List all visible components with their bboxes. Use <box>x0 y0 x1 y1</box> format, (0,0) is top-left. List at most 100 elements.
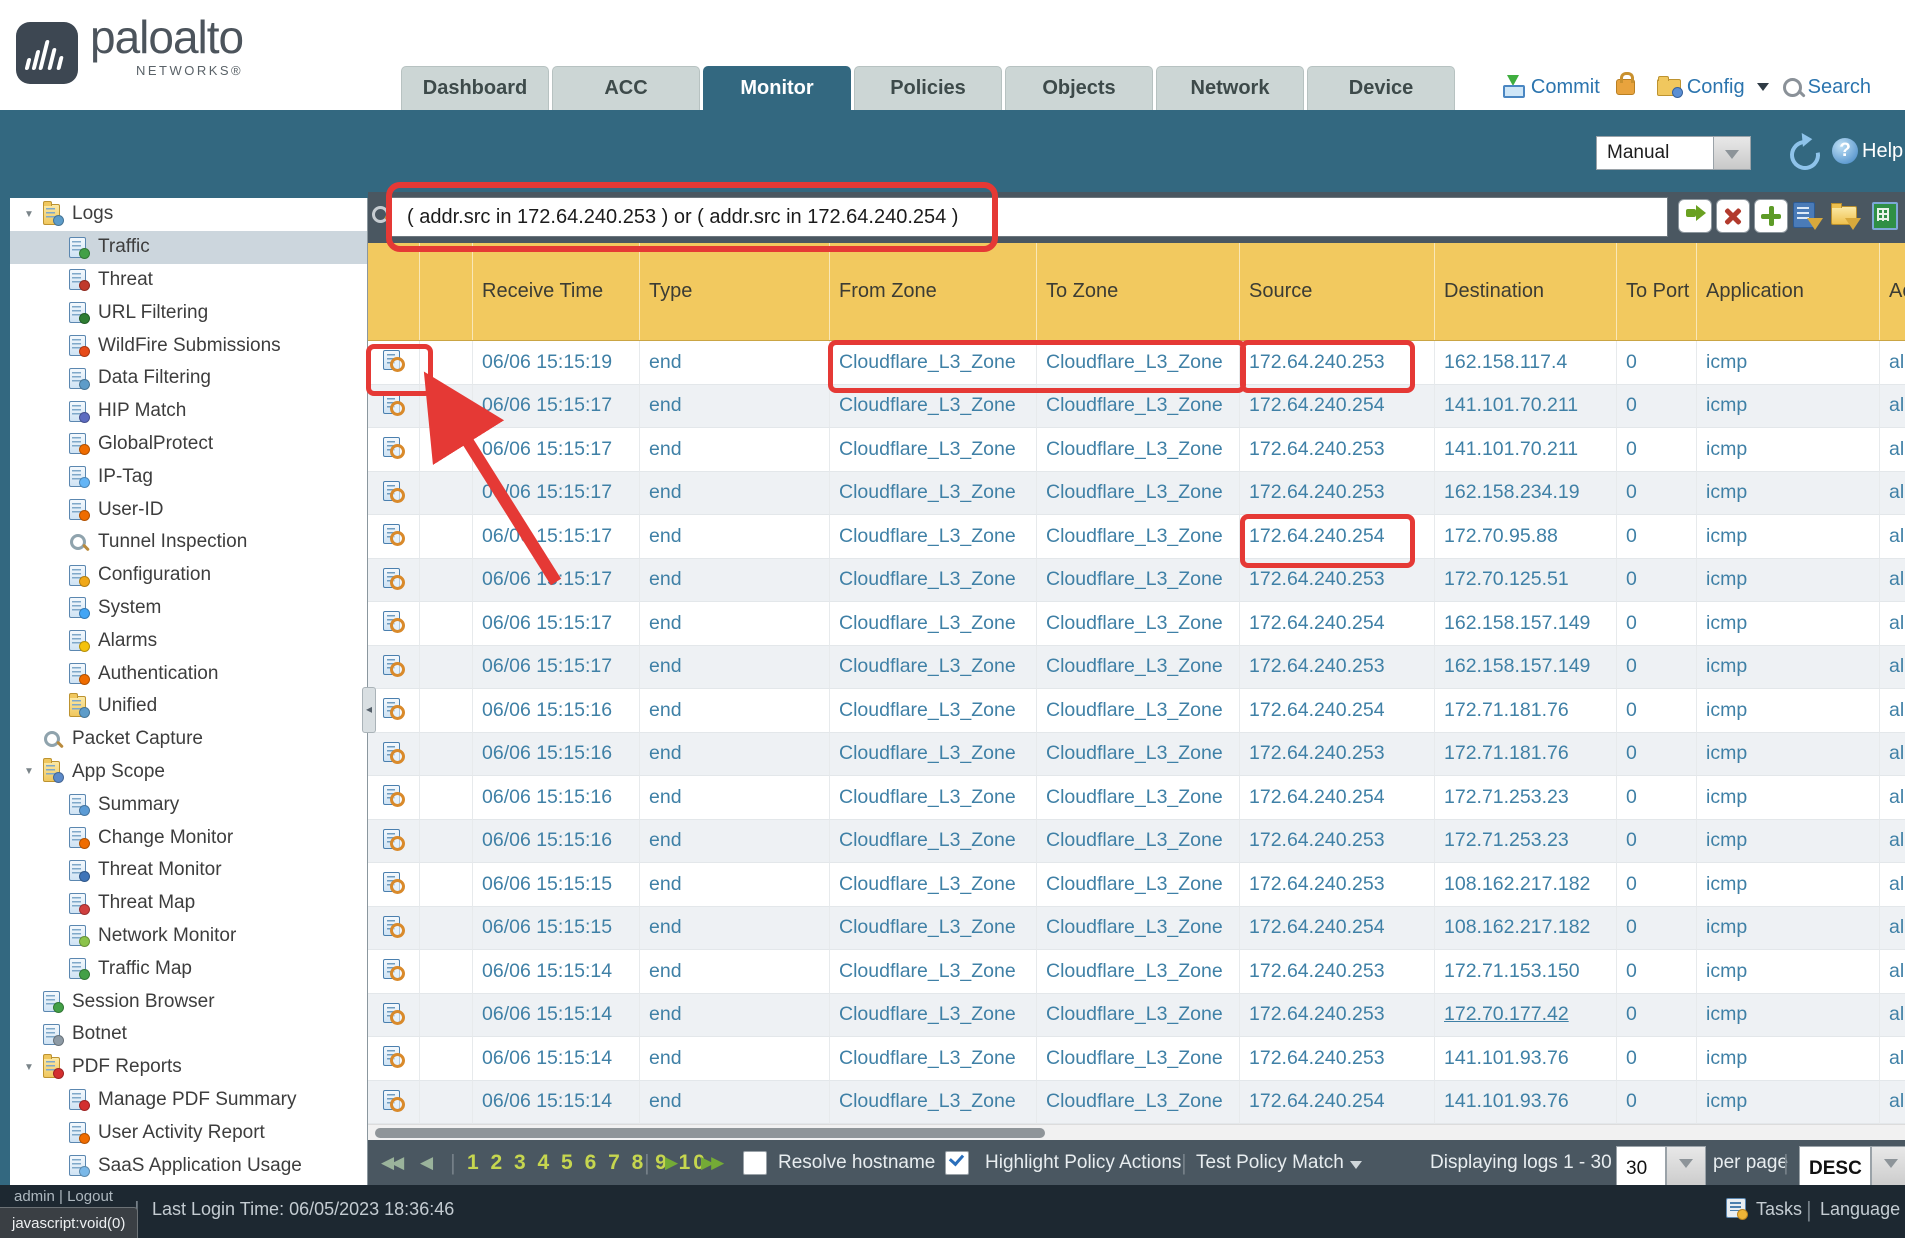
column-header-to-zone[interactable]: To Zone <box>1037 243 1240 340</box>
export-csv-icon[interactable] <box>1870 200 1900 230</box>
resolve-hostname-checkbox[interactable] <box>743 1140 767 1185</box>
log-detail-magnifier-icon[interactable] <box>381 785 407 809</box>
sidebar-item-threat[interactable]: Threat <box>10 264 367 297</box>
help-label[interactable]: Help <box>1862 140 1903 163</box>
commit-icon <box>1501 75 1525 99</box>
sidebar-item-threat-map[interactable]: Threat Map <box>10 887 367 920</box>
sidebar-item-threat-monitor[interactable]: Threat Monitor <box>10 854 367 887</box>
sidebar-item-system[interactable]: System <box>10 592 367 625</box>
column-header-action[interactable]: Action <box>1880 243 1905 340</box>
sidebar-item-wildfire-submissions[interactable]: WildFire Submissions <box>10 329 367 362</box>
log-detail-magnifier-icon[interactable] <box>381 742 407 766</box>
sidebar-item-app-scope[interactable]: ▼App Scope <box>10 756 367 789</box>
sidebar-item-manage-pdf-summary[interactable]: Manage PDF Summary <box>10 1084 367 1117</box>
tab-policies[interactable]: Policies <box>854 66 1002 110</box>
tab-dashboard[interactable]: Dashboard <box>401 66 549 110</box>
sidebar-item-authentication[interactable]: Authentication <box>10 657 367 690</box>
log-detail-magnifier-icon[interactable] <box>381 350 407 374</box>
sidebar-item-tunnel-inspection[interactable]: Tunnel Inspection <box>10 526 367 559</box>
load-filter-icon[interactable] <box>1831 200 1861 230</box>
next-page-button[interactable]: ▶ <box>665 1140 675 1185</box>
expand-caret-icon[interactable]: ▼ <box>16 766 42 777</box>
filter-builder-icon[interactable] <box>1793 200 1823 230</box>
sidebar-item-botnet[interactable]: Botnet <box>10 1018 367 1051</box>
sidebar-item-session-browser[interactable]: Session Browser <box>10 985 367 1018</box>
sidebar-item-traffic[interactable]: Traffic <box>10 231 367 264</box>
log-detail-magnifier-icon[interactable] <box>381 1090 407 1114</box>
sidebar-item-user-activity-report[interactable]: User Activity Report <box>10 1116 367 1149</box>
sidebar-item-configuration[interactable]: Configuration <box>10 559 367 592</box>
sidebar-item-traffic-map[interactable]: Traffic Map <box>10 952 367 985</box>
config-button[interactable]: Config <box>1687 76 1745 99</box>
sidebar-item-network-monitor[interactable]: Network Monitor <box>10 920 367 953</box>
tab-device[interactable]: Device <box>1307 66 1455 110</box>
config-caret-icon[interactable] <box>1757 83 1769 91</box>
admin-logout-link[interactable]: admin | Logout <box>14 1188 113 1205</box>
sidebar-item-user-id[interactable]: User-ID <box>10 493 367 526</box>
column-header-to-port[interactable]: To Port <box>1617 243 1697 340</box>
search-button[interactable]: Search <box>1808 76 1871 99</box>
sidebar-item-saas-application-usage[interactable]: SaaS Application Usage <box>10 1149 367 1182</box>
sidebar-item-change-monitor[interactable]: Change Monitor <box>10 821 367 854</box>
log-detail-magnifier-icon[interactable] <box>381 829 407 853</box>
tab-monitor[interactable]: Monitor <box>703 66 851 110</box>
first-page-button[interactable]: ◀◀ <box>381 1140 401 1185</box>
log-detail-magnifier-icon[interactable] <box>381 872 407 896</box>
refresh-mode-arrow[interactable] <box>1713 136 1751 170</box>
log-detail-magnifier-icon[interactable] <box>381 1003 407 1027</box>
language-button[interactable]: Language <box>1820 1199 1900 1220</box>
log-detail-magnifier-icon[interactable] <box>381 916 407 940</box>
lock-icon[interactable] <box>1616 79 1635 95</box>
sidebar-item-packet-capture[interactable]: Packet Capture <box>10 723 367 756</box>
prev-page-button[interactable]: ◀ <box>420 1140 430 1185</box>
tab-objects[interactable]: Objects <box>1005 66 1153 110</box>
sidebar-item-globalprotect[interactable]: GlobalProtect <box>10 428 367 461</box>
log-detail-magnifier-icon[interactable] <box>381 481 407 505</box>
clear-filter-button[interactable] <box>1716 199 1750 233</box>
expand-caret-icon[interactable]: ▼ <box>16 1062 42 1073</box>
sidebar-item-data-filtering[interactable]: Data Filtering <box>10 362 367 395</box>
column-header-receive-time[interactable]: Receive Time <box>473 243 640 340</box>
sidebar-item-url-filtering[interactable]: URL Filtering <box>10 296 367 329</box>
log-detail-magnifier-icon[interactable] <box>381 611 407 635</box>
sidebar-collapse-handle[interactable]: ◂ <box>362 687 376 733</box>
column-header-application[interactable]: Application <box>1697 243 1880 340</box>
horizontal-scrollbar[interactable] <box>368 1124 1905 1141</box>
commit-button[interactable]: Commit <box>1531 76 1600 99</box>
log-detail-magnifier-icon[interactable] <box>381 568 407 592</box>
sidebar-item-hip-match[interactable]: HIP Match <box>10 395 367 428</box>
column-header-from-zone[interactable]: From Zone <box>830 243 1037 340</box>
sidebar-item-ip-tag[interactable]: IP-Tag <box>10 460 367 493</box>
test-policy-caret-icon[interactable] <box>1344 1142 1362 1187</box>
tab-network[interactable]: Network <box>1156 66 1304 110</box>
sidebar-item-alarms[interactable]: Alarms <box>10 624 367 657</box>
log-detail-magnifier-icon[interactable] <box>381 394 407 418</box>
column-header-type[interactable]: Type <box>640 243 830 340</box>
last-page-button[interactable]: ▶▶ <box>701 1140 721 1185</box>
sidebar-item-pdf-reports[interactable]: ▼PDF Reports <box>10 1051 367 1084</box>
log-detail-magnifier-icon[interactable] <box>381 959 407 983</box>
log-detail-magnifier-icon[interactable] <box>381 655 407 679</box>
tasks-button[interactable]: Tasks <box>1756 1199 1802 1220</box>
destination-cell[interactable]: 172.70.177.42 <box>1435 994 1617 1038</box>
log-detail-magnifier-icon[interactable] <box>381 524 407 548</box>
log-detail-magnifier-icon[interactable] <box>381 1046 407 1070</box>
highlight-policy-checkbox[interactable] <box>945 1140 969 1185</box>
tab-acc[interactable]: ACC <box>552 66 700 110</box>
refresh-mode-select[interactable]: Manual <box>1596 136 1714 170</box>
column-header-destination[interactable]: Destination <box>1435 243 1617 340</box>
help-icon[interactable]: ? <box>1832 138 1858 164</box>
test-policy-match-button[interactable]: Test Policy Match <box>1196 1140 1344 1185</box>
expand-caret-icon[interactable]: ▼ <box>16 209 42 220</box>
log-filter-input[interactable] <box>390 197 1668 237</box>
log-detail-magnifier-icon[interactable] <box>381 437 407 461</box>
add-filter-button[interactable] <box>1754 199 1788 233</box>
log-detail-magnifier-icon[interactable] <box>381 698 407 722</box>
apply-filter-button[interactable] <box>1678 199 1712 233</box>
column-header-source[interactable]: Source <box>1240 243 1435 340</box>
sidebar-item-summary[interactable]: Summary <box>10 788 367 821</box>
sidebar-item-logs[interactable]: ▼Logs <box>10 198 367 231</box>
scrollbar-thumb[interactable] <box>375 1128 1045 1138</box>
sidebar-item-label: IP-Tag <box>98 466 153 488</box>
sidebar-item-unified[interactable]: Unified <box>10 690 367 723</box>
